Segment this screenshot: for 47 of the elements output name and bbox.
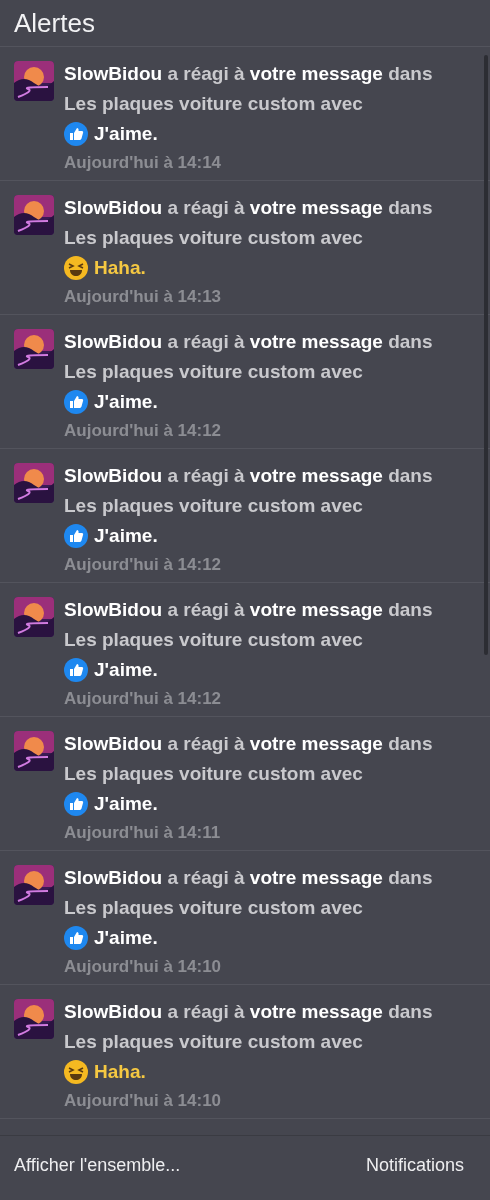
alert-time: Aujourd'hui à 14:10: [64, 1090, 223, 1112]
reaction-label: J'aime.: [94, 123, 158, 145]
laughing-face-icon: [64, 1060, 88, 1084]
alert-item[interactable]: SlowBidou a réagi à votre message dans Les plaques voiture custom avec J'aime. Aujourd'hui à 14:11: [0, 717, 490, 851]
alert-time: Aujourd'hui à 14:11: [64, 822, 222, 844]
alert-time: Aujourd'hui à 14:12: [64, 554, 223, 576]
alert-text: SlowBidou a réagi à votre message dans Les plaques voiture custom avec: [64, 196, 434, 250]
landscape-avatar-icon: [14, 865, 54, 905]
landscape-avatar-icon: [14, 999, 54, 1039]
alert-text: SlowBidou a réagi à votre message dans Les plaques voiture custom avec: [64, 598, 434, 652]
alert-text: SlowBidou a réagi à votre message dans Les plaques voiture custom avec: [64, 330, 434, 384]
landscape-avatar-icon: [14, 61, 54, 101]
alert-text: SlowBidou a réagi à votre message dans Les plaques voiture custom avec: [64, 464, 434, 518]
notifications-link[interactable]: Notifications: [365, 1154, 464, 1176]
thumbs-up-icon: [64, 658, 88, 682]
alert-text: SlowBidou a réagi à votre message dans Les plaques voiture custom avec: [64, 732, 434, 786]
alert-time: Aujourd'hui à 14:13: [64, 286, 223, 308]
alert-text: SlowBidou a réagi à votre message dans Les plaques voiture custom avec: [64, 1000, 434, 1054]
reaction-label: Haha.: [94, 257, 146, 279]
thumbs-up-icon: [64, 122, 88, 146]
thumbs-up-icon: [64, 792, 88, 816]
panel-title: Alertes: [14, 7, 95, 39]
alert-time: Aujourd'hui à 14:12: [64, 688, 223, 710]
thumbs-up-icon: [64, 524, 88, 548]
thumbs-up-icon: [64, 390, 88, 414]
landscape-avatar-icon: [14, 463, 54, 503]
reaction-label: J'aime.: [94, 659, 158, 681]
alert-time: Aujourd'hui à 14:12: [64, 420, 223, 442]
reaction-label: J'aime.: [94, 793, 158, 815]
thumbs-up-icon: [64, 926, 88, 950]
reaction-label: J'aime.: [94, 391, 158, 413]
reaction-label: J'aime.: [94, 927, 158, 949]
alert-item[interactable]: SlowBidou a réagi à votre message dans Les plaques voiture custom avec Haha. Aujourd'hui à 14:10: [0, 985, 490, 1119]
laughing-face-icon: [64, 256, 88, 280]
alert-item[interactable]: SlowBidou a réagi à votre message dans Les plaques voiture custom avec J'aime. Aujourd'hui à 14:12: [0, 583, 490, 717]
reaction-label: J'aime.: [94, 525, 158, 547]
alert-time: Aujourd'hui à 14:14: [64, 152, 223, 174]
alert-text: SlowBidou a réagi à votre message dans Les plaques voiture custom avec: [64, 62, 434, 116]
landscape-avatar-icon: [14, 195, 54, 235]
landscape-avatar-icon: [14, 329, 54, 369]
landscape-avatar-icon: [14, 597, 54, 637]
alert-item[interactable]: SlowBidou a réagi à votre message dans Les plaques voiture custom avec J'aime. Aujourd'hui à 14:10: [0, 851, 490, 985]
alert-time: Aujourd'hui à 14:10: [64, 956, 223, 978]
show-all-link[interactable]: Afficher l'ensemble...: [14, 1154, 181, 1176]
alert-text: SlowBidou a réagi à votre message dans Les plaques voiture custom avec: [64, 866, 434, 920]
landscape-avatar-icon: [14, 731, 54, 771]
reaction-label: Haha.: [94, 1061, 146, 1083]
